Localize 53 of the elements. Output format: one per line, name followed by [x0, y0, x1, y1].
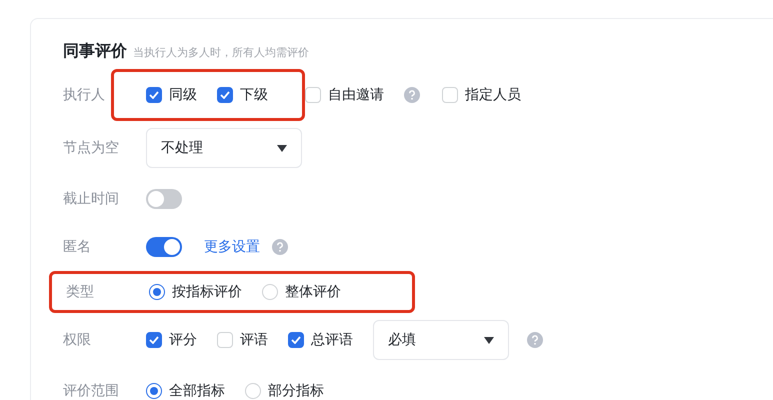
option-label: 同级	[169, 86, 197, 104]
select-value: 必填	[388, 331, 416, 349]
check-icon	[149, 336, 159, 344]
field-label: 评价范围	[63, 382, 120, 400]
caret-icon	[277, 144, 287, 152]
checkbox-option[interactable]: 指定人员	[442, 86, 521, 104]
check-icon	[291, 336, 301, 344]
option-label: 指定人员	[465, 86, 521, 104]
field-label: 匿名	[63, 238, 92, 256]
more-settings-link[interactable]: 更多设置	[204, 238, 260, 256]
option-label: 全部指标	[169, 382, 225, 400]
checkbox-option[interactable]: 自由邀请	[305, 86, 384, 104]
radio-option[interactable]: 按指标评价	[149, 283, 242, 301]
field-label: 节点为空	[63, 139, 120, 157]
checkbox[interactable]	[146, 332, 162, 348]
radio-option[interactable]: 部分指标	[245, 382, 324, 400]
select-value: 不处理	[161, 139, 203, 157]
help-icon[interactable]	[272, 239, 288, 255]
toggle-switch[interactable]	[146, 237, 182, 257]
field-label: 截止时间	[63, 190, 120, 208]
radio-option[interactable]: 整体评价	[262, 283, 341, 301]
checkbox-option[interactable]: 评语	[217, 331, 268, 349]
toggle-switch[interactable]	[146, 189, 182, 209]
checkbox[interactable]	[288, 332, 304, 348]
option-label: 评分	[169, 331, 197, 349]
radio-button[interactable]	[149, 284, 165, 300]
dropdown-select[interactable]: 不处理	[146, 128, 302, 168]
checkbox[interactable]	[217, 87, 233, 103]
help-icon[interactable]	[404, 87, 420, 103]
caret-icon	[484, 336, 494, 344]
dropdown-select[interactable]: 必填	[373, 320, 509, 360]
option-label: 按指标评价	[172, 283, 242, 301]
checkbox-option[interactable]: 同级	[146, 86, 197, 104]
option-label: 评语	[240, 331, 268, 349]
radio-option[interactable]: 全部指标	[146, 382, 225, 400]
radio-button[interactable]	[146, 383, 162, 399]
check-icon	[149, 91, 159, 99]
help-icon[interactable]	[527, 332, 543, 348]
field-label: 类型	[66, 283, 95, 301]
checkbox[interactable]	[146, 87, 162, 103]
checkbox-option[interactable]: 评分	[146, 331, 197, 349]
option-label: 自由邀请	[328, 86, 384, 104]
option-label: 整体评价	[285, 283, 341, 301]
section-title: 同事评价	[63, 41, 127, 62]
checkbox-option[interactable]: 总评语	[288, 331, 353, 349]
check-icon	[220, 91, 230, 99]
field-label: 执行人	[63, 86, 106, 104]
option-label: 下级	[240, 86, 268, 104]
option-label: 部分指标	[268, 382, 324, 400]
field-label: 权限	[63, 331, 92, 349]
section-hint: 当执行人为多人时，所有人均需评价	[133, 45, 309, 60]
option-label: 总评语	[311, 331, 353, 349]
checkbox-option[interactable]: 下级	[217, 86, 268, 104]
